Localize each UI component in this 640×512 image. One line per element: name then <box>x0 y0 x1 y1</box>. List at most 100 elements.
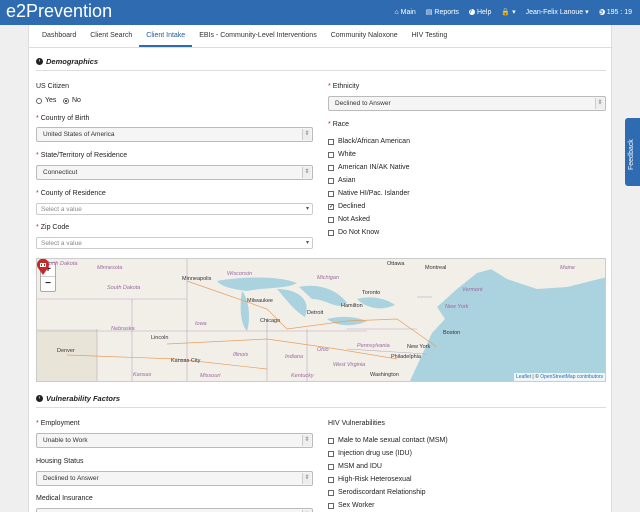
hiv-vulnerability-option-checkbox[interactable]: Injection drug use (IDU) <box>328 450 412 457</box>
medical-insurance-label: Medical Insurance <box>36 495 93 502</box>
location-map[interactable]: + − Ottawa Montreal Maine Vermont New Yo… <box>36 258 606 382</box>
chevron-down-icon: ▾ <box>305 240 309 246</box>
hiv-vulnerability-option-checkbox[interactable]: MSM and IDU <box>328 463 382 470</box>
checkbox-icon <box>328 190 334 197</box>
map-label: Ohio <box>317 347 329 353</box>
map-marker-icon[interactable] <box>37 259 49 275</box>
map-label: Boston <box>443 330 461 336</box>
state-residence-label: * State/Territory of Residence <box>36 152 128 159</box>
map-label: West Virginia <box>333 362 366 368</box>
map-label: South Dakota <box>107 285 141 291</box>
map-label: Toronto <box>362 290 381 296</box>
top-nav-links: ⌂ Main ▤ Reports ? Help 🔒 ▾ Jean-Felix Lanou… <box>394 8 632 17</box>
tab-bar: Dashboard Client Search Client Intake EB… <box>35 25 454 47</box>
map-label: Kansas City <box>171 358 201 364</box>
race-option-checkbox[interactable]: Not Asked <box>328 216 370 223</box>
county-residence-label: * County of Residence <box>36 190 106 197</box>
user-menu[interactable]: Jean-Felix Lanoue ▾ <box>526 8 589 17</box>
map-label: Washington <box>370 372 399 378</box>
checkbox-icon <box>328 164 334 171</box>
race-option-checkbox[interactable]: Native HI/Pac. Islander <box>328 190 410 197</box>
hiv-vulnerability-option-checkbox[interactable]: Male to Male sexual contact (MSM) <box>328 437 448 444</box>
lock-menu[interactable]: 🔒 ▾ <box>501 8 515 16</box>
updown-icon: ⇳ <box>302 473 311 484</box>
map-label: Missouri <box>200 373 221 379</box>
map-label: Milwaukee <box>247 298 273 304</box>
map-label: Kansas <box>133 372 152 378</box>
checkbox-icon <box>328 216 334 223</box>
session-timer: ◷ 195 : 19 <box>598 8 632 16</box>
zip-code-label: * Zip Code <box>36 224 70 231</box>
nav-help-link[interactable]: ? Help <box>468 8 491 16</box>
map-label: Kentucky <box>291 373 314 379</box>
country-of-birth-select[interactable]: United States of America ⇳ <box>36 127 313 142</box>
ethnicity-select[interactable]: Declined to Answer ⇳ <box>328 96 606 111</box>
us-citizen-yes-radio[interactable]: Yes <box>36 97 56 104</box>
map-label: Detroit <box>307 310 324 316</box>
tab-client-search[interactable]: Client Search <box>83 25 139 47</box>
race-option-checkbox[interactable]: Asian <box>328 177 356 184</box>
map-label: Pennsylvania <box>357 343 390 349</box>
map-label: Chicago <box>260 318 281 324</box>
nav-reports-link[interactable]: ▤ Reports <box>426 8 459 17</box>
feedback-tab[interactable]: Feedback <box>625 118 640 186</box>
tab-ebis[interactable]: EBIs - Community-Level Interventions <box>192 25 324 47</box>
map-label: Ottawa <box>387 261 405 267</box>
map-label: Philadelphia <box>391 354 421 360</box>
demographics-heading[interactable]: › Demographics <box>36 57 98 66</box>
employment-select[interactable]: Unable to Work ⇳ <box>36 433 313 448</box>
zoom-out-button[interactable]: − <box>41 277 55 291</box>
updown-icon: ⇳ <box>302 129 311 140</box>
race-option-checkbox[interactable]: White <box>328 151 356 158</box>
osm-link[interactable]: OpenStreetMap contributors <box>540 374 603 380</box>
map-label: Maine <box>560 265 575 271</box>
divider <box>36 70 606 71</box>
hiv-vulnerability-option-checkbox[interactable]: Sex Worker <box>328 502 374 509</box>
tab-hiv-testing[interactable]: HIV Testing <box>405 25 455 47</box>
tab-client-intake[interactable]: Client Intake <box>139 25 193 47</box>
map-label: Wisconsin <box>227 271 253 277</box>
tab-community-naloxone[interactable]: Community Naloxone <box>324 25 405 47</box>
radio-selected-icon <box>63 97 69 104</box>
hiv-vulnerabilities-label: HIV Vulnerabilities <box>328 420 385 427</box>
hiv-vulnerability-option-checkbox[interactable]: Serodiscordant Relationship <box>328 489 426 496</box>
checkbox-icon <box>328 463 334 470</box>
updown-icon: ⇳ <box>302 167 311 178</box>
us-citizen-no-radio[interactable]: No <box>63 97 81 104</box>
divider <box>36 407 606 408</box>
map-label: Illinois <box>233 352 249 358</box>
map-label: Minnesota <box>97 265 123 271</box>
chevron-circle-icon: › <box>36 58 43 65</box>
updown-icon: ⇳ <box>595 98 604 109</box>
top-navbar: e2Prevention ⌂ Main ▤ Reports ? Help 🔒 ▾ Jea… <box>0 0 640 25</box>
map-label: Vermont <box>462 287 483 293</box>
housing-status-select[interactable]: Declined to Answer ⇳ <box>36 471 313 486</box>
tab-dashboard[interactable]: Dashboard <box>35 25 83 47</box>
map-label: New York <box>445 304 469 310</box>
leaflet-link[interactable]: Leaflet <box>516 374 531 380</box>
map-label: Denver <box>57 348 75 354</box>
zip-code-select[interactable]: Select a value ▾ <box>36 237 313 249</box>
updown-icon: ⇳ <box>302 435 311 446</box>
vulnerability-heading[interactable]: › Vulnerability Factors <box>36 394 120 403</box>
tab-divider <box>29 47 613 48</box>
radio-icon <box>36 97 42 104</box>
county-residence-select[interactable]: Select a value ▾ <box>36 203 313 215</box>
hiv-vulnerability-option-checkbox[interactable]: High-Risk Heterosexual <box>328 476 412 483</box>
medical-insurance-select[interactable]: ⇳ <box>36 508 313 512</box>
nav-main-link[interactable]: ⌂ Main <box>394 8 415 16</box>
race-option-checkbox[interactable]: Black/African American <box>328 138 410 145</box>
map-label: North Dakota <box>45 261 78 267</box>
checkbox-icon <box>328 476 334 483</box>
ethnicity-label: * Ethnicity <box>328 83 360 90</box>
brand-logo[interactable]: e2Prevention <box>6 1 112 22</box>
checkbox-icon <box>328 229 334 236</box>
race-option-checkbox[interactable]: ✓ Declined <box>328 203 365 210</box>
map-label: Indiana <box>285 354 304 360</box>
checkbox-icon <box>328 489 334 496</box>
state-residence-select[interactable]: Connecticut ⇳ <box>36 165 313 180</box>
race-option-checkbox[interactable]: American IN/AK Native <box>328 164 410 171</box>
checkbox-icon <box>328 502 334 509</box>
help-icon: ? <box>468 9 475 15</box>
race-option-checkbox[interactable]: Do Not Know <box>328 229 379 236</box>
